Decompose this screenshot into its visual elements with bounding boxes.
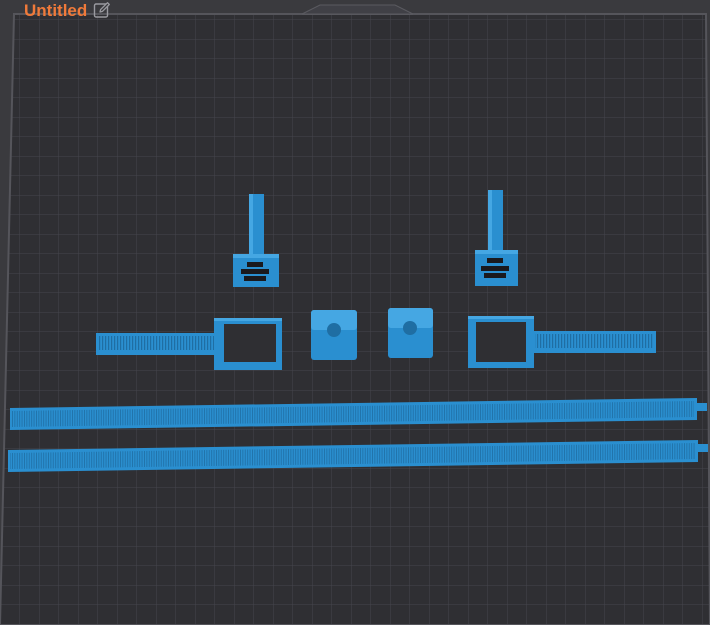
- pencil-edit-icon[interactable]: [93, 0, 113, 20]
- plate-tab: [301, 4, 414, 15]
- model-center-block-left[interactable]: [311, 310, 357, 360]
- model-center-block-right[interactable]: [388, 308, 433, 358]
- project-title[interactable]: Untitled: [24, 2, 87, 19]
- build-plate-viewport[interactable]: [0, 0, 710, 625]
- project-title-bar: Untitled: [0, 0, 113, 20]
